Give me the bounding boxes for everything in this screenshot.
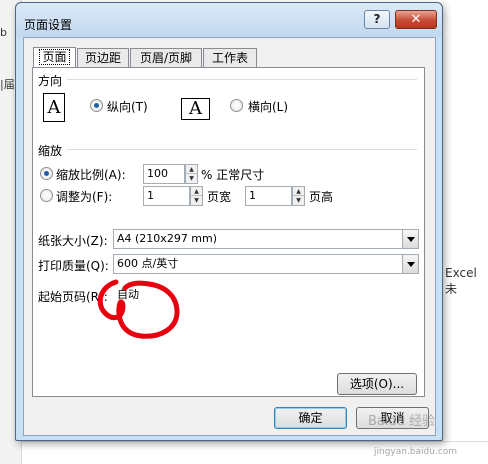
- fit-pages-tall-spinner[interactable]: ▲ ▼: [292, 186, 305, 206]
- spin-up-icon[interactable]: ▲: [191, 187, 202, 196]
- help-button[interactable]: ?: [364, 10, 390, 29]
- page-setup-dialog: 页面设置 ? ✕ 页面 页边距 页眉/页脚 工作表 方向 A 纵向(T) A 横…: [15, 2, 443, 441]
- background-divider: [20, 441, 488, 442]
- group-divider: [67, 149, 417, 150]
- pages-wide-label: 页宽: [207, 190, 232, 204]
- percent-normal-size-label: % 正常尺寸: [201, 168, 265, 182]
- fit-to-label[interactable]: 调整为(F):: [56, 188, 112, 205]
- scale-percent-spinner[interactable]: ▲ ▼: [185, 164, 198, 184]
- landscape-page-icon: A: [181, 98, 210, 120]
- tab-header-footer[interactable]: 页眉/页脚: [130, 48, 202, 68]
- scale-percent-input[interactable]: 100: [143, 164, 185, 184]
- tab-margins[interactable]: 页边距: [77, 48, 129, 68]
- title-bar[interactable]: 页面设置 ? ✕: [16, 3, 442, 37]
- scaling-heading: 缩放: [38, 144, 63, 158]
- chevron-down-icon[interactable]: [402, 255, 418, 273]
- background-text: Excel 未: [445, 266, 477, 296]
- background-text: |届: [0, 78, 15, 91]
- dialog-title: 页面设置: [24, 18, 73, 32]
- spin-up-icon[interactable]: ▲: [293, 187, 304, 196]
- ok-button[interactable]: 确定: [274, 407, 347, 429]
- tab-sheet[interactable]: 工作表: [203, 48, 257, 68]
- dialog-body: 页面 页边距 页眉/页脚 工作表 方向 A 纵向(T) A 横向(L) 缩放 缩…: [23, 37, 436, 436]
- portrait-radio[interactable]: [90, 99, 103, 112]
- red-annotation-mark: [97, 279, 180, 339]
- portrait-page-icon: A: [43, 93, 65, 122]
- baidu-watermark-logo: Baidu 经验: [368, 414, 436, 429]
- fit-to-radio[interactable]: [40, 189, 53, 202]
- print-quality-value: 600 点/英寸: [117, 257, 179, 270]
- adjust-to-radio[interactable]: [40, 167, 53, 180]
- print-quality-select[interactable]: 600 点/英寸: [113, 254, 419, 274]
- spin-down-icon[interactable]: ▼: [186, 174, 197, 183]
- spin-up-icon[interactable]: ▲: [186, 165, 197, 174]
- fit-pages-tall-input[interactable]: 1: [245, 186, 292, 206]
- fit-pages-wide-spinner[interactable]: ▲ ▼: [190, 186, 203, 206]
- spin-down-icon[interactable]: ▼: [191, 196, 202, 205]
- tab-page[interactable]: 页面: [33, 47, 76, 68]
- options-button[interactable]: 选项(O)...: [337, 373, 417, 395]
- paper-size-select[interactable]: A4 (210x297 mm): [113, 229, 419, 249]
- landscape-label[interactable]: 横向(L): [248, 98, 288, 115]
- baidu-watermark-url: jingyan.baidu.com: [374, 447, 458, 457]
- orientation-heading: 方向: [38, 74, 63, 88]
- close-button[interactable]: ✕: [395, 10, 437, 29]
- adjust-to-label[interactable]: 缩放比例(A):: [56, 166, 126, 183]
- pages-tall-label: 页高: [309, 190, 334, 204]
- group-divider: [67, 79, 417, 80]
- chevron-down-icon[interactable]: [402, 230, 418, 248]
- page-tab-panel: 方向 A 纵向(T) A 横向(L) 缩放 缩放比例(A): 100 ▲ ▼ %…: [32, 67, 425, 397]
- print-quality-label: 打印质量(Q):: [38, 259, 109, 273]
- portrait-label[interactable]: 纵向(T): [107, 98, 148, 115]
- fit-pages-wide-input[interactable]: 1: [143, 186, 190, 206]
- background-text: b: [0, 26, 7, 39]
- landscape-radio[interactable]: [230, 99, 243, 112]
- paper-size-label: 纸张大小(Z):: [38, 234, 108, 248]
- spin-down-icon[interactable]: ▼: [293, 196, 304, 205]
- paper-size-value: A4 (210x297 mm): [117, 232, 218, 245]
